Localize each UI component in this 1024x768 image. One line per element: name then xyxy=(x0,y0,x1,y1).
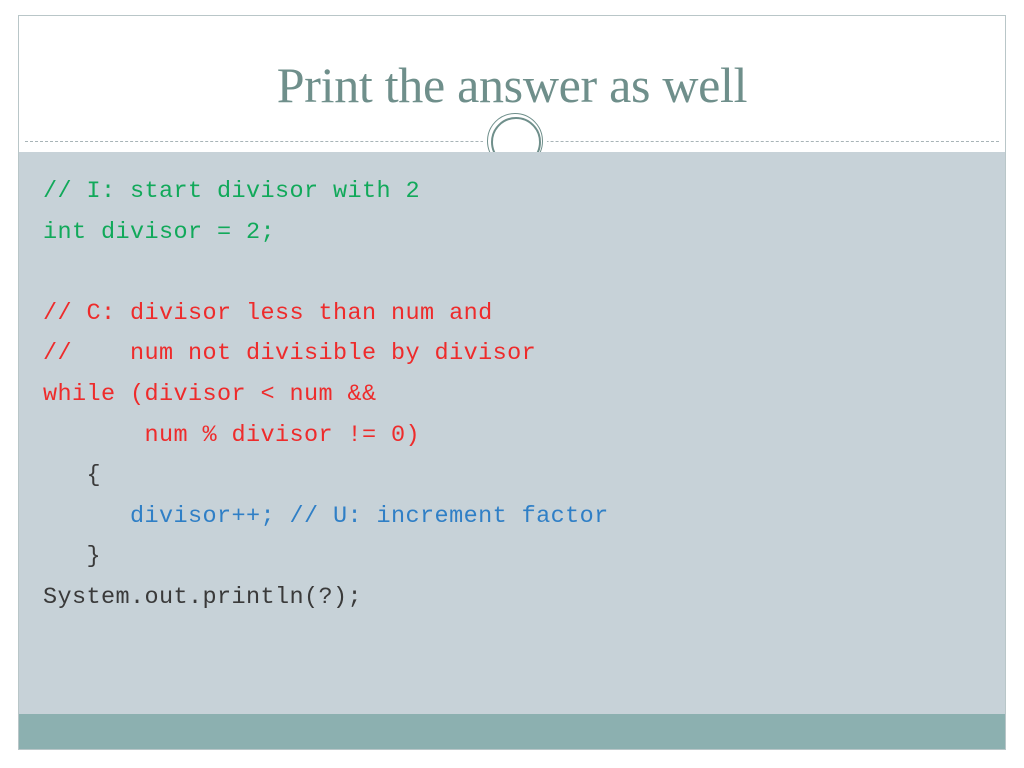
page-title: Print the answer as well xyxy=(276,57,748,113)
code-line: num % divisor != 0) xyxy=(43,421,421,449)
code-line: } xyxy=(43,543,102,571)
code-block: // I: start divisor with 2 int divisor = … xyxy=(43,172,995,619)
code-line: // num not divisible by divisor xyxy=(43,340,537,368)
code-line: int divisor = 2; xyxy=(43,218,276,246)
code-line: while (divisor < num && xyxy=(43,380,377,408)
code-line: System.out.println(?); xyxy=(43,583,363,611)
code-line: // C: divisor less than num and xyxy=(43,299,493,327)
code-line: divisor++; // U: increment factor xyxy=(43,502,609,530)
presentation-slide: Print the answer as well // I: start div… xyxy=(18,15,1006,750)
bottom-accent-bar xyxy=(19,714,1005,749)
code-line: // I: start divisor with 2 xyxy=(43,178,421,205)
slide-body-area: // I: start divisor with 2 int divisor = … xyxy=(19,152,1005,714)
code-line: { xyxy=(43,462,102,490)
